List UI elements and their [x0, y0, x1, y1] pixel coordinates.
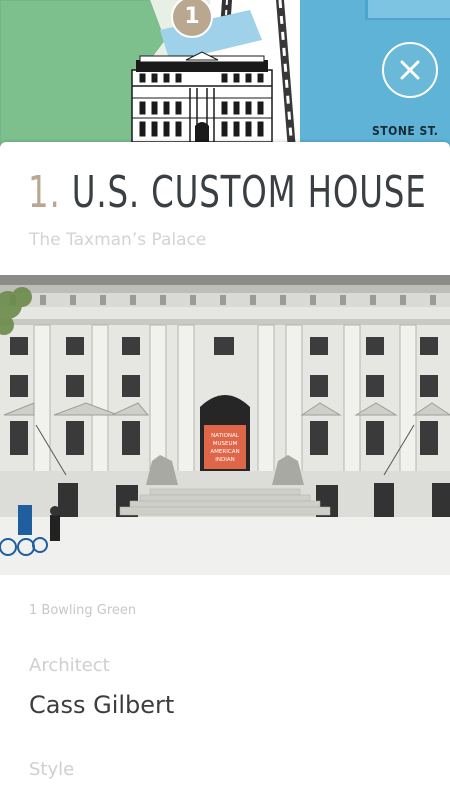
custom-house-photo: NATIONAL MUSEUM AMERICAN INDIAN	[0, 275, 450, 575]
custom-house-illustration	[131, 51, 273, 143]
svg-text:MUSEUM: MUSEUM	[213, 441, 238, 447]
app-screen: 1 STONE ST. 1. U.S. CUSTOM HOUSE The Tax…	[0, 0, 450, 800]
place-name: U.S. CUSTOM HOUSE	[71, 167, 427, 218]
svg-text:AMERICAN: AMERICAN	[210, 449, 239, 455]
architect-value: Cass Gilbert	[29, 691, 175, 719]
place-photo[interactable]: NATIONAL MUSEUM AMERICAN INDIAN	[0, 275, 450, 575]
place-number: 1.	[28, 167, 61, 218]
detail-card[interactable]: 1. U.S. CUSTOM HOUSE The Taxman’s Palace	[0, 142, 450, 800]
close-icon	[400, 60, 420, 80]
museum-banner-text: NATIONAL	[211, 433, 240, 439]
place-address[interactable]: 1 Bowling Green	[29, 603, 136, 618]
place-title: 1. U.S. CUSTOM HOUSE	[28, 168, 427, 218]
map-view[interactable]: 1 STONE ST.	[0, 0, 450, 150]
place-subtitle: The Taxman’s Palace	[29, 230, 207, 250]
svg-text:INDIAN: INDIAN	[215, 457, 234, 463]
architect-label: Architect	[29, 655, 110, 676]
street-label: STONE ST.	[372, 124, 439, 138]
style-label: Style	[29, 759, 75, 780]
close-button[interactable]	[382, 42, 438, 98]
